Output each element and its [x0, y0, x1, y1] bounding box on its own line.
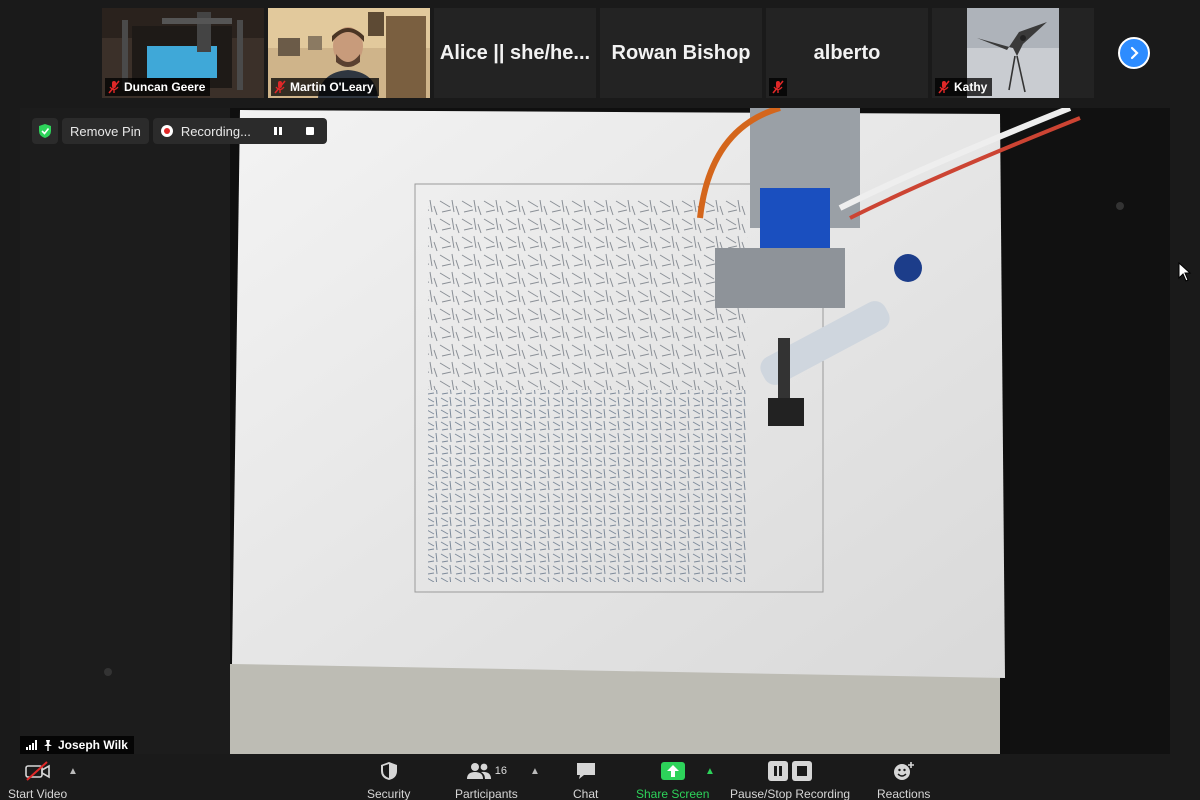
participant-name-tag: Martin O'Leary — [271, 78, 379, 96]
pin-icon — [44, 740, 52, 751]
recording-indicator: Recording... — [152, 118, 327, 144]
participants-button[interactable]: 16 Participants — [455, 760, 518, 800]
reactions-icon — [893, 762, 914, 780]
participant-tile-alberto[interactable]: alberto — [766, 8, 928, 98]
mic-muted-icon — [274, 80, 286, 94]
mic-muted-icon — [938, 80, 950, 94]
start-video-label: Start Video — [8, 787, 68, 800]
stop-recording-button[interactable] — [301, 122, 319, 140]
next-participants-button[interactable] — [1118, 37, 1150, 69]
zoom-meeting-window: Duncan Geere Martin O'Leary Alice || she… — [0, 0, 1200, 800]
plotter-video-image — [20, 108, 1170, 754]
participant-name: alberto — [813, 41, 881, 64]
pause-icon — [768, 761, 789, 781]
video-off-icon — [24, 761, 50, 781]
participants-options-caret[interactable]: ▲ — [530, 766, 540, 777]
stop-icon — [792, 761, 813, 781]
stop-icon — [305, 127, 314, 135]
remove-pin-button[interactable]: Remove Pin — [62, 118, 149, 144]
pause-recording-button[interactable] — [269, 122, 287, 140]
meeting-toolbar: Start Video ▲ Security 16 Participants ▲… — [0, 756, 1200, 800]
security-label: Security — [367, 787, 411, 800]
participant-name-tag: Kathy — [935, 78, 993, 96]
recording-label: Recording... — [180, 123, 251, 139]
chat-label: Chat — [573, 787, 599, 800]
start-video-button[interactable]: Start Video — [8, 760, 67, 800]
share-screen-label: Share Screen — [636, 787, 710, 800]
reactions-label: Reactions — [877, 787, 931, 800]
mouse-cursor-icon — [1178, 262, 1192, 282]
share-screen-icon — [660, 762, 685, 780]
reactions-button[interactable]: Reactions — [877, 760, 930, 800]
participant-tile-rowan[interactable]: Rowan Bishop — [600, 8, 762, 98]
participant-name: Alice || she/he... — [439, 41, 591, 64]
participants-label: Participants — [455, 787, 518, 800]
share-screen-button[interactable]: Share Screen — [636, 760, 709, 800]
participant-tile-duncan[interactable]: Duncan Geere — [102, 8, 264, 98]
chevron-right-icon — [1130, 46, 1139, 60]
pause-stop-recording-label: Pause/Stop Recording — [730, 787, 851, 800]
participant-name: Duncan Geere — [124, 80, 206, 94]
participant-tile-martin[interactable]: Martin O'Leary — [268, 8, 430, 98]
participant-tile-kathy[interactable]: Kathy — [932, 8, 1094, 98]
participants-icon — [466, 763, 491, 779]
security-shield-icon — [380, 762, 397, 780]
participant-strip: Duncan Geere Martin O'Leary Alice || she… — [102, 8, 1094, 98]
participant-name: Martin O'Leary — [290, 80, 374, 94]
participant-name: Rowan Bishop — [611, 41, 751, 64]
mic-muted-icon — [772, 80, 784, 94]
chat-button[interactable]: Chat — [573, 760, 598, 800]
pause-icon — [273, 127, 282, 135]
participant-tile-alice[interactable]: Alice || she/he... — [434, 8, 596, 98]
signal-icon — [26, 740, 37, 750]
share-options-caret[interactable]: ▲ — [705, 766, 715, 777]
mic-muted-icon — [108, 80, 120, 94]
participant-name: Kathy — [954, 80, 988, 94]
main-speaker-video — [20, 108, 1170, 754]
security-status — [32, 118, 58, 144]
record-icon — [160, 125, 173, 137]
remove-pin-label: Remove Pin — [70, 123, 141, 139]
participant-mute-tag — [769, 78, 787, 96]
active-speaker-name: Joseph Wilk — [58, 738, 128, 752]
video-options-caret[interactable]: ▲ — [68, 766, 78, 777]
pause-stop-recording-button[interactable]: Pause/Stop Recording — [730, 760, 850, 800]
participant-name-tag: Duncan Geere — [105, 78, 211, 96]
participants-count: 16 — [494, 765, 507, 777]
chat-icon — [576, 763, 595, 779]
security-button[interactable]: Security — [367, 760, 410, 800]
video-overlay-controls: Remove Pin Recording... — [32, 118, 327, 144]
shield-check-icon — [39, 124, 51, 138]
active-speaker-tag: Joseph Wilk — [20, 736, 134, 754]
